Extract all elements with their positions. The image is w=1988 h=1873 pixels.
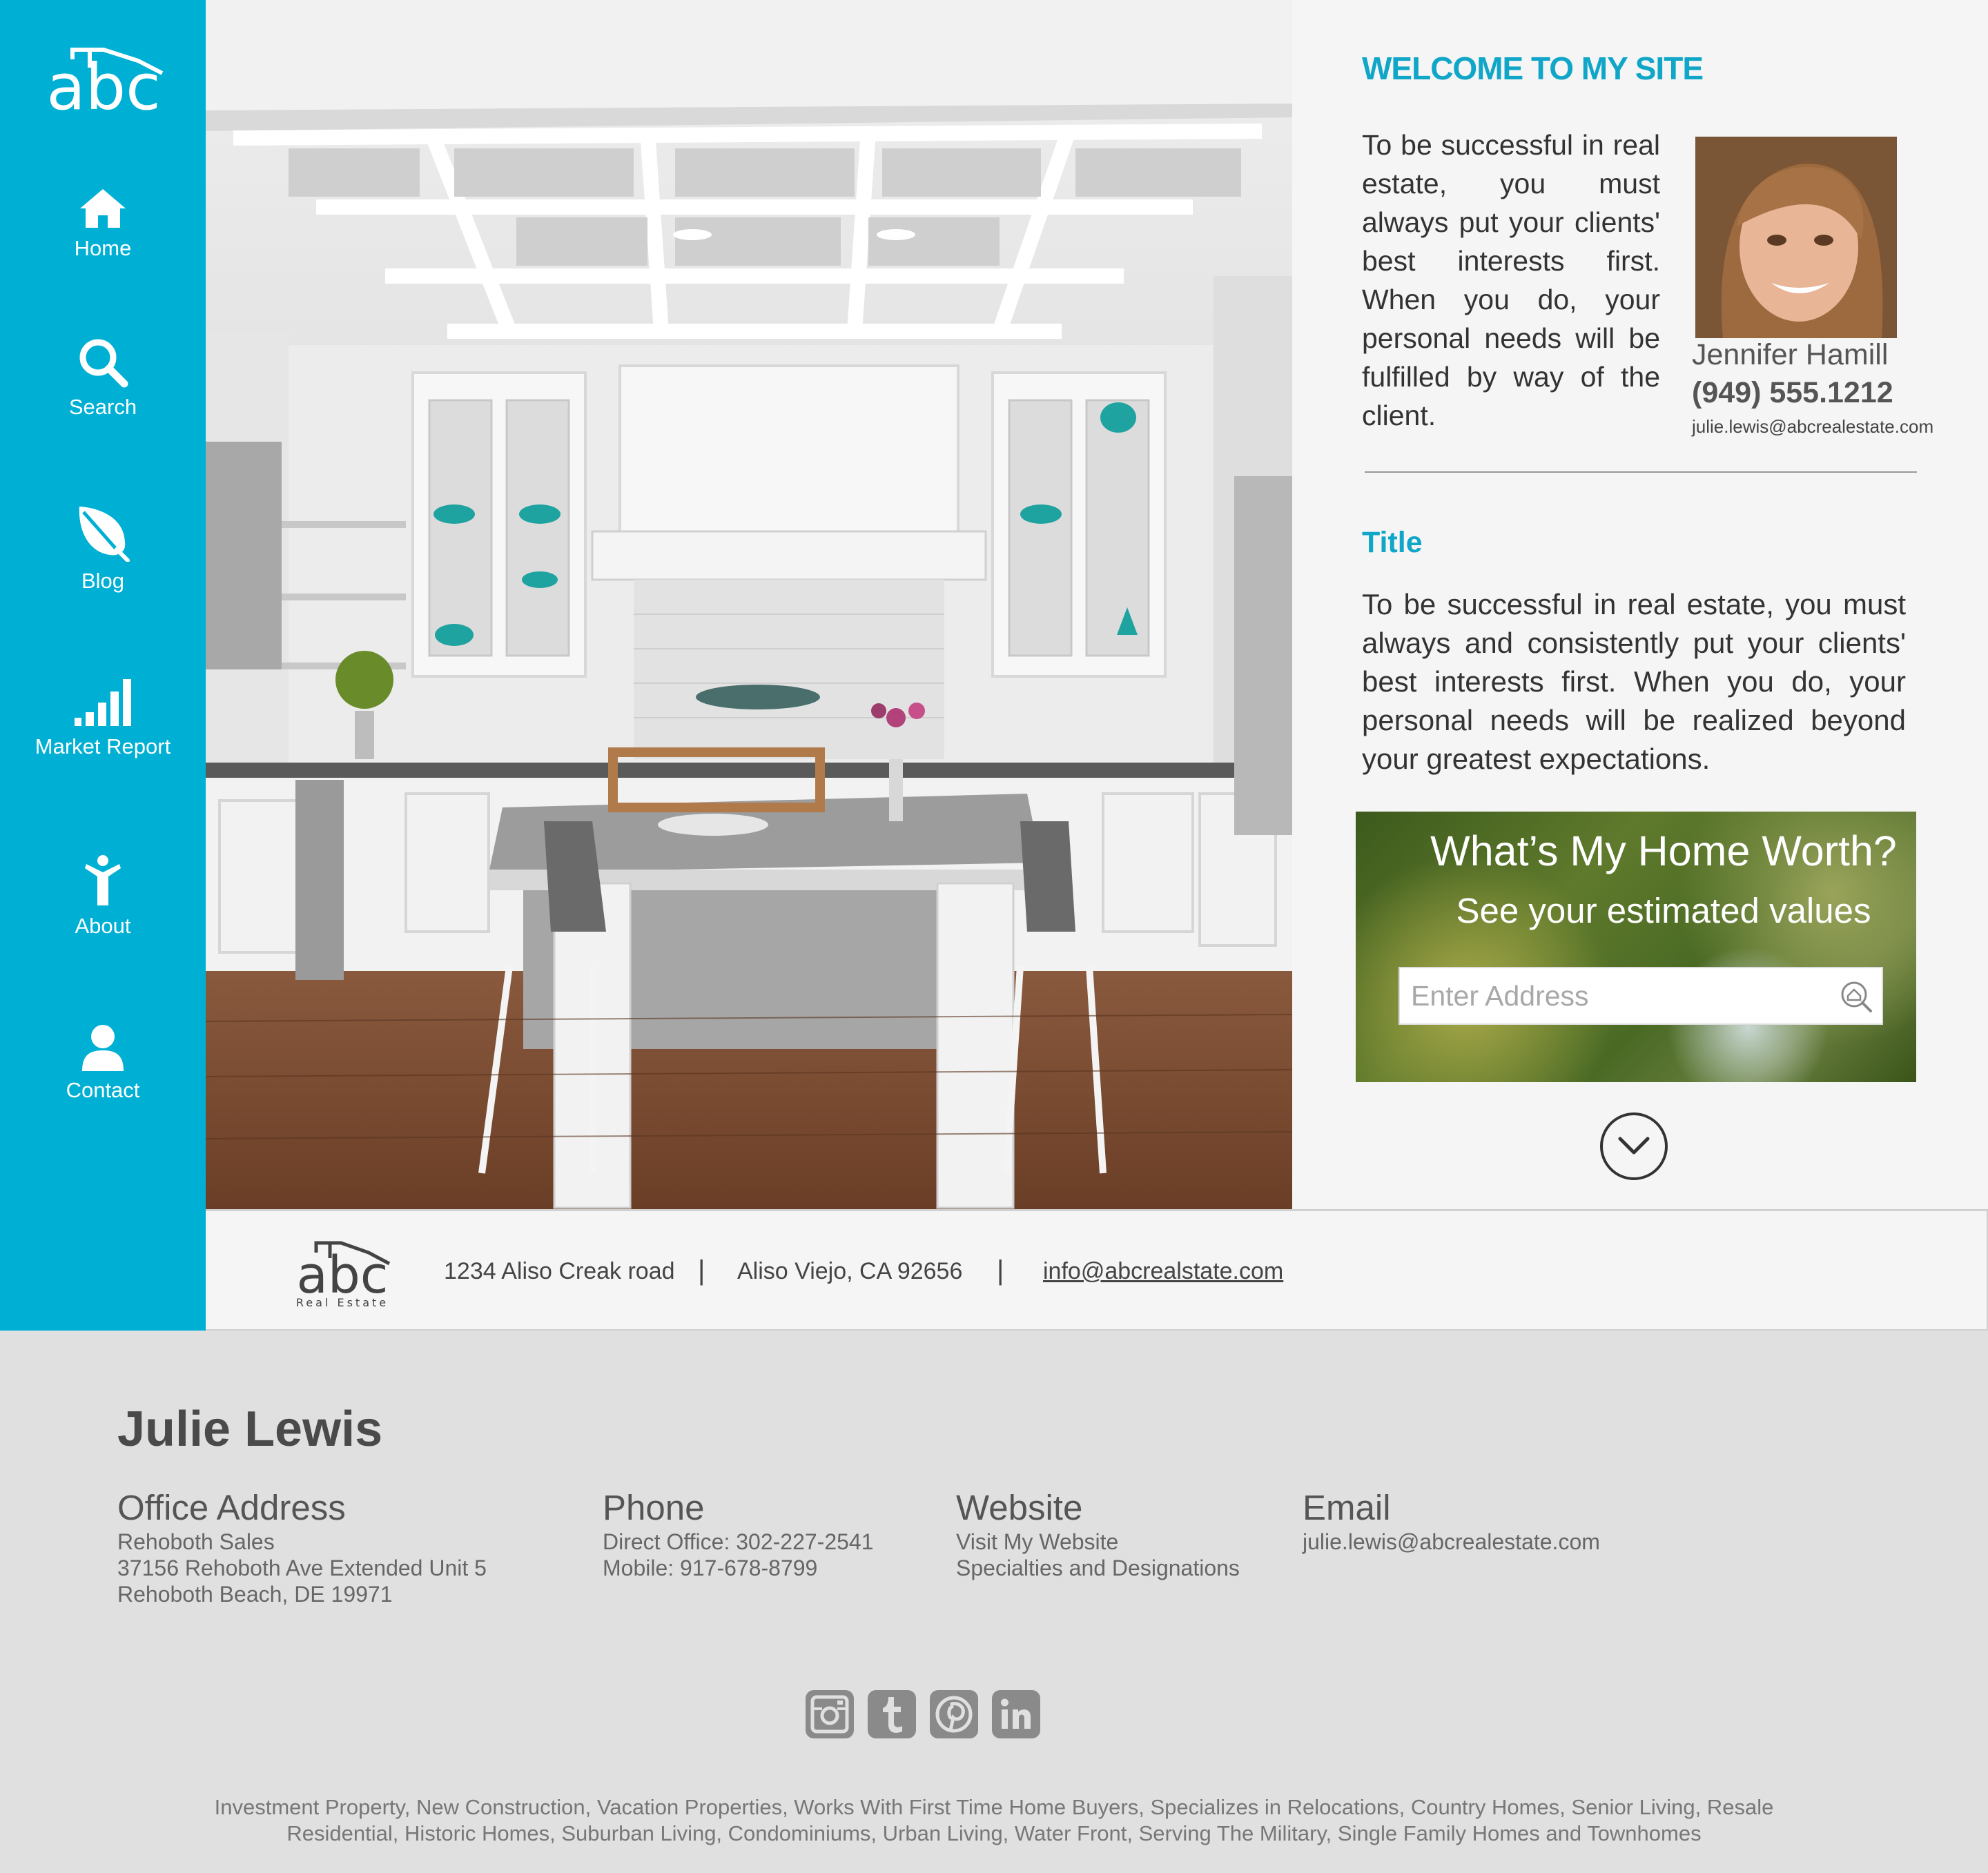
search-icon (79, 339, 128, 388)
person-icon (85, 855, 121, 905)
svg-text:abc: abc (46, 50, 160, 123)
company-logo[interactable]: abc Real Estate (287, 1235, 396, 1311)
sidebar-item-label: Search (68, 395, 137, 419)
instagram-icon (810, 1695, 849, 1734)
leaf-icon (79, 507, 130, 562)
brand-logo[interactable]: abc (35, 40, 173, 124)
mobile-phone: Mobile: 917-678-8799 (603, 1556, 818, 1580)
welcome-panel: WELCOME TO MY SITE To be successful in r… (1292, 0, 1988, 1209)
agent-email: julie.lewis@abcrealestate.com (1692, 416, 1934, 437)
svg-text:Real Estate: Real Estate (296, 1296, 389, 1309)
kitchen-illustration (206, 0, 1292, 1209)
user-icon (82, 1025, 124, 1071)
footer-email-column: Email julie.lewis@abcrealestate.com (1303, 1487, 1600, 1555)
footer-phone-column: Phone Direct Office: 302-227-2541 Mobile… (603, 1487, 874, 1581)
address-separator: | (997, 1255, 1004, 1286)
agent-name: Jennifer Hamill (1692, 338, 1889, 371)
footer-agent-name: Julie Lewis (117, 1402, 383, 1457)
sidebar-item-label: Contact (66, 1078, 140, 1102)
footer-email-link[interactable]: julie.lewis@abcrealestate.com (1303, 1529, 1600, 1554)
sidebar-item-label: About (75, 914, 131, 938)
sidebar-item-market-report[interactable]: Market Report (0, 678, 206, 759)
sidebar-item-search[interactable]: Search (0, 337, 206, 420)
sidebar-item-label: Blog (81, 569, 125, 593)
abc-logo-icon: abc (46, 48, 164, 124)
agent-photo (1695, 137, 1897, 338)
hero-kitchen-image (206, 0, 1292, 1209)
website-heading: Website (956, 1488, 1083, 1527)
instagram-button[interactable] (806, 1690, 854, 1738)
sidebar-item-label: Home (74, 236, 132, 260)
signal-bars-icon (75, 679, 131, 726)
section-title: Title (1362, 526, 1423, 559)
office-line: Rehoboth Beach, DE 19971 (117, 1582, 393, 1607)
agent-portrait-image (1695, 137, 1897, 338)
home-worth-title: What’s My Home Worth? (1430, 827, 1897, 874)
company-email-link[interactable]: info@abcrealstate.com (1043, 1258, 1283, 1285)
chevron-down-icon (1618, 1137, 1650, 1155)
office-street: 1234 Aliso Creak road (444, 1258, 675, 1284)
tags-line: Investment Property, New Construction, V… (214, 1795, 1774, 1819)
welcome-intro-text: To be successful in real estate, you mus… (1362, 129, 1660, 431)
sidebar-item-label: Market Report (35, 734, 171, 758)
pinterest-icon (935, 1696, 973, 1733)
office-city: Aliso Viejo, CA 92656 (737, 1258, 963, 1284)
office-line: Rehoboth Sales (117, 1529, 275, 1554)
home-icon (80, 189, 126, 228)
sidebar-item-home[interactable]: Home (0, 186, 206, 261)
scroll-down-button[interactable] (1600, 1112, 1668, 1180)
linkedin-button[interactable] (992, 1690, 1040, 1738)
visit-website-link[interactable]: Visit My Website (956, 1529, 1118, 1554)
home-worth-subtitle: See your estimated values (1456, 891, 1871, 930)
specialties-tags: Investment Property, New Construction, V… (0, 1794, 1988, 1847)
address-input[interactable] (1400, 968, 1828, 1023)
abc-real-estate-logo-icon: abc Real Estate (296, 1241, 391, 1309)
sidebar-item-blog[interactable]: Blog (0, 504, 206, 594)
sidebar-item-contact[interactable]: Contact (0, 1024, 206, 1103)
address-search-box (1399, 967, 1883, 1025)
direct-office-phone: Direct Office: 302-227-2541 (603, 1529, 874, 1554)
specialties-link[interactable]: Specialties and Designations (956, 1556, 1240, 1580)
office-heading: Office Address (117, 1488, 346, 1527)
welcome-heading: WELCOME TO MY SITE (1362, 50, 1704, 86)
tags-line: Residential, Historic Homes, Suburban Li… (286, 1821, 1702, 1845)
office-line: 37156 Rehoboth Ave Extended Unit 5 (117, 1556, 487, 1580)
pinterest-button[interactable] (930, 1690, 978, 1738)
tumblr-icon (883, 1697, 902, 1733)
email-heading: Email (1303, 1488, 1391, 1527)
home-worth-widget: What’s My Home Worth? See your estimated… (1356, 812, 1916, 1082)
section-body-text: To be successful in real estate, you mus… (1362, 588, 1906, 775)
company-address-bar: abc Real Estate 1234 Aliso Creak road | … (206, 1209, 1988, 1331)
sidebar-nav: abc Home Search Blog Market Report About… (0, 0, 206, 1331)
address-search-button[interactable] (1839, 979, 1873, 1014)
phone-heading: Phone (603, 1488, 705, 1527)
address-separator: | (698, 1255, 705, 1286)
footer-office-column: Office Address Rehoboth Sales 37156 Reho… (117, 1487, 487, 1607)
linkedin-icon (1001, 1698, 1031, 1729)
agent-phone: (949) 555.1212 (1692, 376, 1893, 409)
house-search-icon (1841, 981, 1872, 1012)
section-divider (1365, 471, 1917, 473)
tumblr-button[interactable] (868, 1690, 916, 1738)
footer-website-column: Website Visit My Website Specialties and… (956, 1487, 1240, 1581)
sidebar-item-about[interactable]: About (0, 854, 206, 939)
